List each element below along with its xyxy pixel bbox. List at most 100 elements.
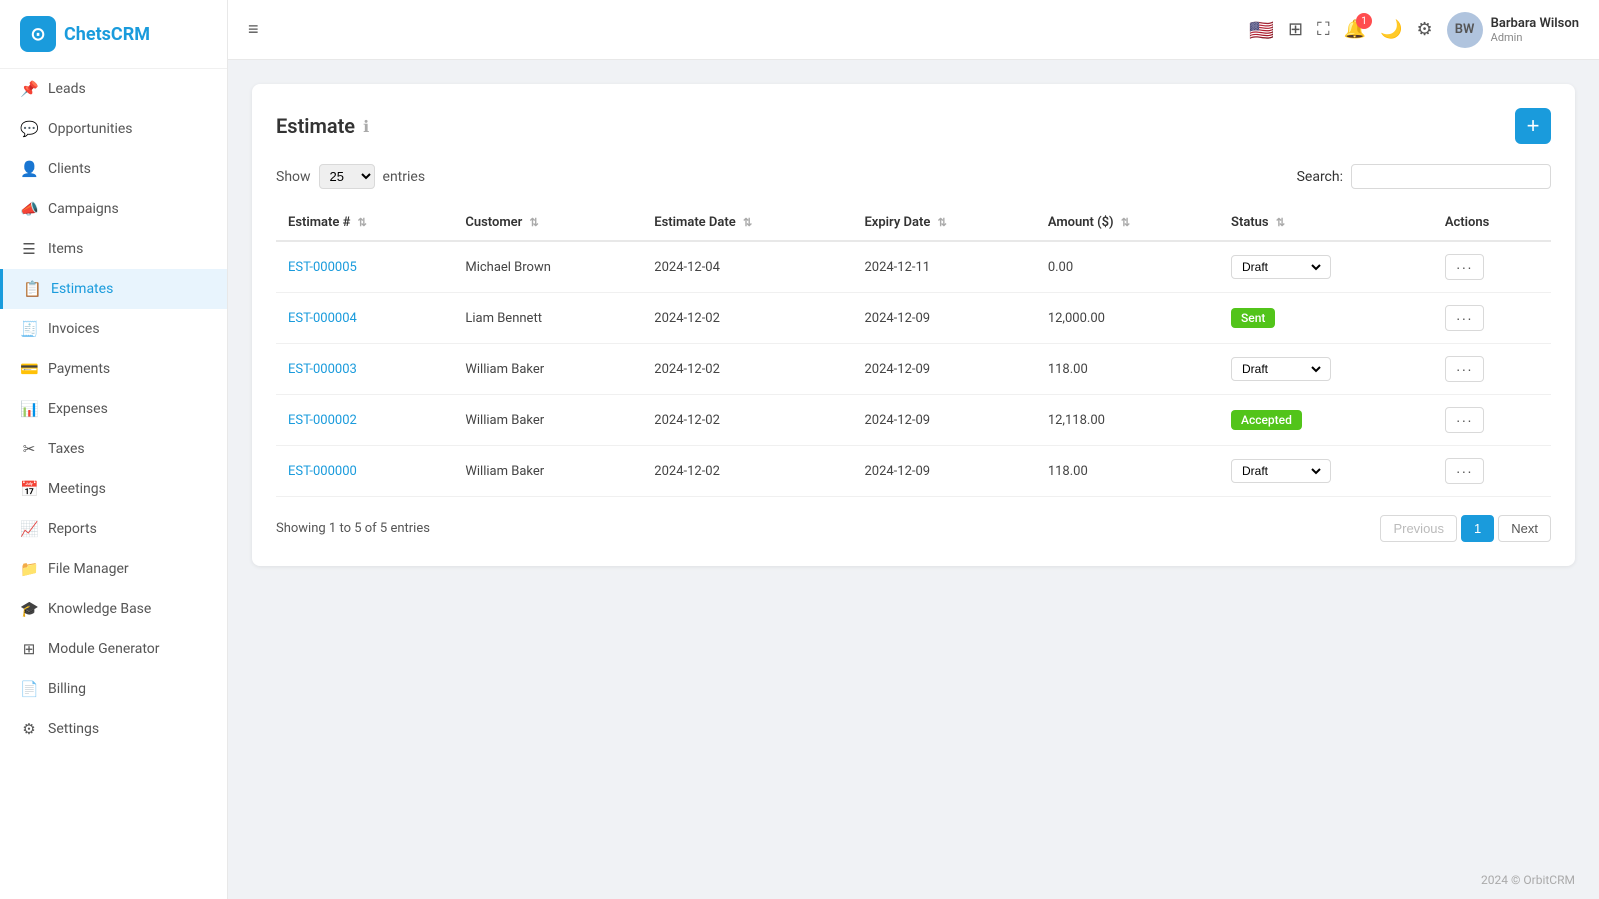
status-dropdown[interactable]: DraftSentAccepted xyxy=(1231,459,1331,483)
table-body: EST-000005 Michael Brown 2024-12-04 2024… xyxy=(276,241,1551,497)
sidebar-item-knowledge-base[interactable]: 🎓Knowledge Base xyxy=(0,589,227,629)
sidebar-item-settings[interactable]: ⚙Settings xyxy=(0,709,227,749)
status-select[interactable]: DraftSentAccepted xyxy=(1238,463,1324,479)
estimate-link[interactable]: EST-000004 xyxy=(288,311,357,326)
grid-icon[interactable]: ⊞ xyxy=(1288,19,1303,40)
sidebar-label-invoices: Invoices xyxy=(48,321,100,337)
logo-area[interactable]: ⊙ ChetsCRM xyxy=(0,0,227,69)
sidebar-item-module-generator[interactable]: ⊞Module Generator xyxy=(0,629,227,669)
sidebar-item-file-manager[interactable]: 📁File Manager xyxy=(0,549,227,589)
sidebar-label-meetings: Meetings xyxy=(48,481,106,497)
footer-text: 2024 © OrbitCRM xyxy=(1481,873,1575,887)
table-controls: Show 10 25 50 100 entries Search: xyxy=(276,164,1551,189)
cell-estimate-date: 2024-12-02 xyxy=(642,344,852,395)
payments-icon: 💳 xyxy=(20,360,38,378)
table-header-row: Estimate # ⇅ Customer ⇅ Estimate Date ⇅ … xyxy=(276,205,1551,241)
cell-customer: Michael Brown xyxy=(453,241,642,293)
sidebar-label-expenses: Expenses xyxy=(48,401,108,417)
nav-menu: 📌Leads💬Opportunities👤Clients📣Campaigns☰I… xyxy=(0,69,227,749)
sidebar-item-billing[interactable]: 📄Billing xyxy=(0,669,227,709)
pagination-controls: Previous 1 Next xyxy=(1380,515,1551,542)
col-estimate-num: Estimate # ⇅ xyxy=(276,205,453,241)
cell-amount: 0.00 xyxy=(1036,241,1219,293)
col-customer: Customer ⇅ xyxy=(453,205,642,241)
sidebar-item-reports[interactable]: 📈 Reports xyxy=(0,509,227,549)
sidebar-item-invoices[interactable]: 🧾 Invoices xyxy=(0,309,227,349)
cell-estimate-date: 2024-12-04 xyxy=(642,241,852,293)
actions-button[interactable]: ··· xyxy=(1445,407,1484,433)
user-role: Admin xyxy=(1491,31,1579,44)
cell-customer: William Baker xyxy=(453,395,642,446)
next-button[interactable]: Next xyxy=(1498,515,1551,542)
entries-label: entries xyxy=(383,169,426,185)
status-dropdown[interactable]: DraftSentAccepted xyxy=(1231,357,1331,381)
cell-estimate-num: EST-000004 xyxy=(276,293,453,344)
cell-actions: ··· xyxy=(1433,395,1551,446)
reports-icon: 📈 xyxy=(20,520,38,538)
cell-actions: ··· xyxy=(1433,344,1551,395)
avatar: BW xyxy=(1447,12,1483,48)
sidebar-label-opportunities: Opportunities xyxy=(48,121,133,137)
hamburger-icon[interactable]: ≡ xyxy=(248,19,259,40)
cell-expiry-date: 2024-12-11 xyxy=(852,241,1035,293)
settings-icon[interactable]: ⚙ xyxy=(1417,19,1433,40)
search-input[interactable] xyxy=(1351,164,1551,189)
notification-icon[interactable]: 🔔 1 xyxy=(1344,19,1366,40)
flag-icon[interactable]: 🇺🇸 xyxy=(1249,18,1274,42)
actions-button[interactable]: ··· xyxy=(1445,254,1484,280)
estimate-link[interactable]: EST-000005 xyxy=(288,260,357,275)
estimate-link[interactable]: EST-000002 xyxy=(288,413,357,428)
estimate-link[interactable]: EST-000003 xyxy=(288,362,357,377)
sidebar-item-opportunities[interactable]: 💬Opportunities xyxy=(0,109,227,149)
sidebar-item-payments[interactable]: 💳 Payments xyxy=(0,349,227,389)
estimate-link[interactable]: EST-000000 xyxy=(288,464,357,479)
sidebar-item-items[interactable]: ☰Items xyxy=(0,229,227,269)
sidebar-label-reports: Reports xyxy=(48,521,97,537)
cell-status: DraftSentAccepted xyxy=(1219,344,1433,395)
status-select[interactable]: DraftSentAccepted xyxy=(1238,259,1324,275)
main-area: ≡ 🇺🇸 ⊞ ⛶ 🔔 1 🌙 ⚙ BW Barbara Wilson Admin xyxy=(228,0,1599,899)
table-row: EST-000005 Michael Brown 2024-12-04 2024… xyxy=(276,241,1551,293)
sidebar-label-settings: Settings xyxy=(48,721,99,737)
sidebar-item-meetings[interactable]: 📅Meetings xyxy=(0,469,227,509)
page-title: Estimate xyxy=(276,114,355,138)
sidebar-label-clients: Clients xyxy=(48,161,91,177)
actions-button[interactable]: ··· xyxy=(1445,458,1484,484)
cell-expiry-date: 2024-12-09 xyxy=(852,395,1035,446)
sidebar-item-campaigns[interactable]: 📣Campaigns xyxy=(0,189,227,229)
actions-button[interactable]: ··· xyxy=(1445,305,1484,331)
cell-actions: ··· xyxy=(1433,446,1551,497)
user-area[interactable]: BW Barbara Wilson Admin xyxy=(1447,12,1579,48)
showing-text: Showing 1 to 5 of 5 entries xyxy=(276,521,430,536)
sidebar-item-clients[interactable]: 👤Clients xyxy=(0,149,227,189)
estimates-table: Estimate # ⇅ Customer ⇅ Estimate Date ⇅ … xyxy=(276,205,1551,497)
cell-estimate-num: EST-000002 xyxy=(276,395,453,446)
info-icon[interactable]: ℹ xyxy=(363,117,369,136)
estimates-icon: 📋 xyxy=(23,280,41,298)
file-manager-icon: 📁 xyxy=(20,560,38,578)
invoices-icon: 🧾 xyxy=(20,320,38,338)
sidebar-item-estimates[interactable]: 📋Estimates xyxy=(0,269,227,309)
sidebar-label-payments: Payments xyxy=(48,361,110,377)
sidebar-item-expenses[interactable]: 📊Expenses xyxy=(0,389,227,429)
sidebar-label-knowledge-base: Knowledge Base xyxy=(48,601,151,617)
sidebar-item-leads[interactable]: 📌Leads xyxy=(0,69,227,109)
cell-estimate-date: 2024-12-02 xyxy=(642,446,852,497)
previous-button[interactable]: Previous xyxy=(1380,515,1457,542)
add-estimate-button[interactable]: + xyxy=(1515,108,1551,144)
dark-mode-icon[interactable]: 🌙 xyxy=(1380,19,1402,40)
sidebar-item-taxes[interactable]: ✂Taxes xyxy=(0,429,227,469)
fullscreen-icon[interactable]: ⛶ xyxy=(1317,19,1330,40)
cell-estimate-num: EST-000000 xyxy=(276,446,453,497)
status-select[interactable]: DraftSentAccepted xyxy=(1238,361,1324,377)
sidebar-label-leads: Leads xyxy=(48,81,86,97)
page-1-button[interactable]: 1 xyxy=(1461,515,1494,542)
entries-select[interactable]: 10 25 50 100 xyxy=(319,164,375,189)
cell-status: Accepted xyxy=(1219,395,1433,446)
pagination-area: Showing 1 to 5 of 5 entries Previous 1 N… xyxy=(276,515,1551,542)
status-dropdown[interactable]: DraftSentAccepted xyxy=(1231,255,1331,279)
col-amount: Amount ($) ⇅ xyxy=(1036,205,1219,241)
cell-amount: 118.00 xyxy=(1036,344,1219,395)
actions-button[interactable]: ··· xyxy=(1445,356,1484,382)
content-area: Estimate ℹ + Show 10 25 50 100 entries xyxy=(228,60,1599,861)
